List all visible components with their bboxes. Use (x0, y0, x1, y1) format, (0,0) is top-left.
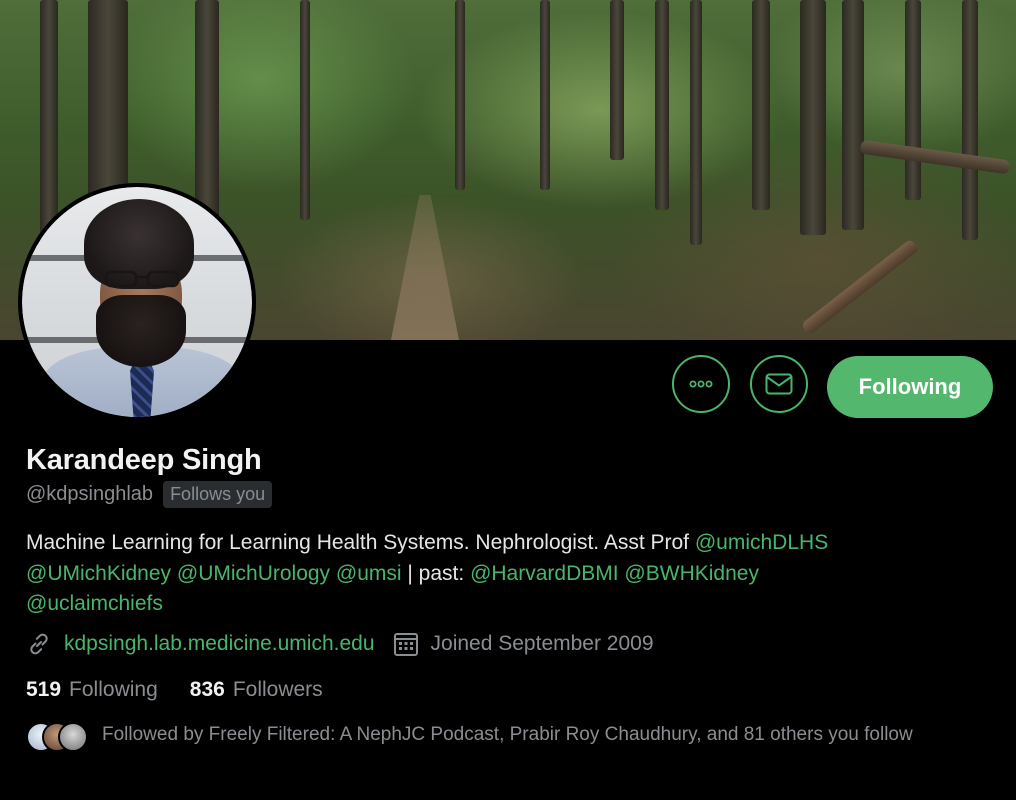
mention-link[interactable]: @UMichKidney (26, 562, 171, 585)
followed-by-text: Followed by Freely Filtered: A NephJC Po… (102, 724, 913, 745)
banner-tree (610, 0, 624, 160)
mention-link[interactable]: @HarvardDBMI (470, 562, 619, 585)
followed-by[interactable]: Followed by Freely Filtered: A NephJC Po… (26, 722, 982, 752)
followers-count-link[interactable]: 836 Followers (190, 678, 323, 702)
following-button[interactable]: Following (827, 356, 993, 418)
follower-avatar (58, 722, 88, 752)
banner-trail (390, 195, 460, 340)
more-horizontal-icon (689, 380, 713, 388)
profile-avatar[interactable] (18, 183, 256, 421)
calendar-icon (393, 631, 419, 657)
message-button[interactable] (750, 355, 808, 413)
mention-link[interactable]: @umsi (336, 562, 402, 585)
mention-link[interactable]: @umichDLHS (695, 531, 828, 554)
banner-tree (655, 0, 669, 210)
display-name: Karandeep Singh (26, 444, 262, 476)
following-count-link[interactable]: 519 Following (26, 678, 158, 702)
mention-link[interactable]: @UMichUrology (177, 562, 330, 585)
avatar-beard (96, 295, 186, 367)
mail-icon (765, 373, 793, 395)
follow-stats: 519 Following 836 Followers (26, 678, 323, 702)
banner-tree (300, 0, 310, 220)
banner-tree (905, 0, 921, 200)
banner-tree (962, 0, 978, 240)
website-link[interactable]: kdpsingh.lab.medicine.umich.edu (64, 632, 375, 656)
profile-meta: kdpsingh.lab.medicine.umich.edu Joined S… (26, 631, 654, 657)
banner-tree (540, 0, 550, 190)
banner-log (800, 238, 920, 336)
joined-text: Joined September 2009 (430, 632, 654, 655)
banner-tree (800, 0, 826, 235)
bio-text: Machine Learning for Learning Health Sys… (26, 531, 695, 554)
joined-date: Joined September 2009 (393, 631, 654, 657)
username-handle: @kdpsinghlab (26, 483, 154, 505)
link-icon (26, 631, 52, 657)
following-count: 519 (26, 678, 62, 701)
banner-tree (455, 0, 465, 190)
banner-tree (752, 0, 770, 210)
more-button[interactable] (672, 355, 730, 413)
profile-bio: Machine Learning for Learning Health Sys… (26, 528, 996, 620)
followers-count: 836 (189, 678, 225, 701)
avatar-photo (22, 187, 252, 417)
following-label: Following (69, 678, 158, 701)
avatar-glasses (104, 270, 180, 288)
banner-tree (40, 0, 58, 250)
banner-tree (842, 0, 864, 230)
followers-label: Followers (232, 678, 323, 701)
banner-tree (195, 0, 219, 230)
mention-link[interactable]: @uclaimchiefs (26, 592, 163, 615)
banner-tree (690, 0, 702, 245)
banner-log (859, 139, 1011, 175)
bio-text: | past: (401, 561, 471, 585)
follows-you-badge: Follows you (163, 481, 273, 508)
handle-row: @kdpsinghlab Follows you (26, 481, 273, 508)
mention-link[interactable]: @BWHKidney (624, 562, 759, 585)
follower-avatars (26, 722, 90, 752)
